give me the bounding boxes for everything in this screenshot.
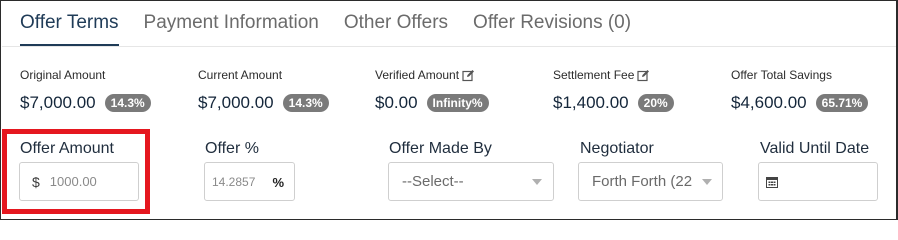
tab-other-offers[interactable]: Other Offers	[344, 0, 448, 46]
tab-offer-terms[interactable]: Offer Terms	[20, 0, 119, 46]
offer-made-by-label: Offer Made By	[389, 140, 492, 157]
tab-offer-revisions[interactable]: Offer Revisions (0)	[473, 0, 631, 46]
stat-current-amount: Current Amount $7,000.00 14.3%	[198, 68, 329, 113]
tab-payment-information[interactable]: Payment Information	[144, 0, 319, 46]
stat-label: Original Amount	[20, 68, 106, 82]
offer-amount-placeholder: 1000.00	[49, 174, 97, 189]
negotiator-selected: Forth Forth (22	[592, 173, 693, 190]
stat-value: $7,000.00	[20, 93, 96, 112]
percent-badge: 65.71%	[815, 94, 869, 112]
currency-prefix: $	[32, 173, 40, 190]
offer-made-by-selected: --Select--	[402, 173, 464, 190]
offer-percent-input[interactable]: 14.2857 %	[204, 162, 295, 201]
stat-value: $7,000.00	[198, 93, 274, 112]
stat-offer-total-savings: Offer Total Savings $4,600.00 65.71%	[731, 68, 869, 113]
tab-divider	[2, 46, 896, 47]
chevron-down-icon	[702, 179, 712, 185]
stat-verified-amount: Verified Amount $0.00 Infinity%	[375, 68, 489, 113]
percent-badge: 20%	[637, 94, 674, 112]
stat-value: $0.00	[375, 93, 418, 112]
percent-badge: Infinity%	[426, 94, 489, 112]
valid-until-date-input[interactable]	[758, 162, 878, 201]
stat-original-amount: Original Amount $7,000.00 14.3%	[20, 68, 151, 113]
stat-label: Offer Total Savings	[731, 68, 832, 82]
valid-until-date-label: Valid Until Date	[760, 140, 870, 157]
percent-badge: 14.3%	[282, 94, 329, 112]
negotiator-label: Negotiator	[580, 140, 654, 157]
negotiator-select[interactable]: Forth Forth (22	[578, 162, 723, 201]
offer-amount-label: Offer Amount	[20, 140, 114, 157]
offer-percent-placeholder: 14.2857	[212, 174, 256, 189]
stat-settlement-fee: Settlement Fee $1,400.00 20%	[553, 68, 674, 113]
stat-value: $1,400.00	[553, 93, 629, 112]
stat-value: $4,600.00	[731, 93, 807, 112]
stat-label: Current Amount	[198, 68, 283, 82]
stat-label: Settlement Fee	[553, 68, 635, 82]
calendar-icon[interactable]	[766, 176, 778, 191]
percent-suffix: %	[272, 175, 284, 190]
edit-icon[interactable]	[637, 69, 650, 82]
offer-made-by-select[interactable]: --Select--	[388, 162, 554, 201]
tab-bar: Offer Terms Payment Information Other Of…	[20, 0, 656, 46]
offer-amount-input[interactable]: $ 1000.00	[19, 162, 139, 201]
chevron-down-icon	[532, 179, 542, 185]
edit-icon[interactable]	[462, 69, 475, 82]
stat-label: Verified Amount	[375, 68, 460, 82]
offer-percent-label: Offer %	[205, 140, 259, 157]
percent-badge: 14.3%	[104, 94, 151, 112]
